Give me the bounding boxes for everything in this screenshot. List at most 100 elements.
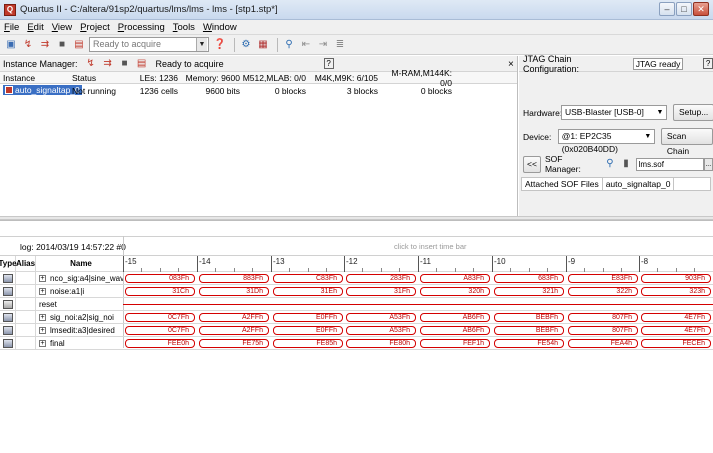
- bus-value-segment: 323h: [641, 287, 711, 296]
- signal-alias-cell: [16, 337, 36, 349]
- menu-tools[interactable]: Tools: [173, 22, 195, 33]
- col-name[interactable]: Name: [36, 256, 123, 271]
- signal-name-cell[interactable]: + final: [36, 337, 123, 349]
- waveform-trace[interactable]: [123, 298, 713, 310]
- col-memory[interactable]: Memory: 9600: [180, 73, 240, 83]
- run-icon[interactable]: ↯: [84, 57, 98, 71]
- menu-bar: File Edit View Project Processing Tools …: [0, 20, 713, 35]
- minimize-button[interactable]: –: [659, 2, 675, 16]
- expand-icon[interactable]: +: [39, 287, 46, 295]
- col-les[interactable]: LEs: 1236: [128, 73, 180, 83]
- col-m512[interactable]: M512,MLAB: 0/0: [240, 73, 306, 83]
- signal-row[interactable]: + nco_sig:a4|sine_wav 083Fh 883Fh C83Fh 283Fh…: [0, 272, 713, 285]
- waveform-trace[interactable]: 0C7Fh A2FFh E0FFh A53Fh AB6Fh BEBFh 807Fh 4E7Fh: [123, 311, 713, 323]
- jtag-label: JTAG Chain Configuration:: [523, 53, 580, 74]
- sof-collapse-button[interactable]: <<: [523, 155, 541, 173]
- signal-type-cell: [0, 272, 16, 284]
- setup-button[interactable]: Setup...: [673, 104, 713, 121]
- bus-value-segment: FE75h: [199, 339, 269, 348]
- signal-row[interactable]: reset: [0, 298, 713, 311]
- waveform-top-bar[interactable]: log: 2014/03/19 14:57:22 #0 click to ins…: [0, 236, 713, 256]
- signal-name-cell[interactable]: + lmsedit:a3|desired: [36, 324, 123, 336]
- col-status[interactable]: Status: [68, 73, 128, 83]
- device-select[interactable]: @1: EP2C35 (0x020B40DD) ▼: [557, 129, 655, 154]
- attached-sof-files: Attached SOF Files auto_signaltap_0: [521, 177, 711, 191]
- read-data-icon[interactable]: ▤: [135, 57, 149, 71]
- signal-row[interactable]: + lmsedit:a3|desired 0C7Fh A2FFh E0FFh A53Fh A…: [0, 324, 713, 337]
- time-ruler[interactable]: -15 -14 -13 -12 -11 -10 -9 -8: [123, 256, 713, 272]
- bus-value-segment: 807Fh: [568, 326, 638, 335]
- stop-icon[interactable]: ■: [118, 57, 132, 71]
- menu-view[interactable]: View: [52, 22, 72, 33]
- browse-button[interactable]: ...: [703, 157, 713, 171]
- autorun-icon[interactable]: ⇉: [38, 38, 52, 52]
- node-icon[interactable]: ⚲: [282, 38, 296, 52]
- signal-name-cell[interactable]: reset: [36, 298, 123, 310]
- list-icon[interactable]: ≣: [333, 38, 347, 52]
- expand-icon[interactable]: +: [39, 326, 46, 334]
- menu-file[interactable]: File: [4, 22, 19, 33]
- stop-icon[interactable]: ■: [55, 38, 69, 52]
- chevron-down-icon[interactable]: ▼: [643, 130, 653, 143]
- attached-value[interactable]: auto_signaltap_0: [603, 178, 675, 190]
- autorun-icon[interactable]: ⇉: [101, 57, 115, 71]
- waveform-trace[interactable]: 0C7Fh A2FFh E0FFh A53Fh AB6Fh BEBFh 807Fh 4E7Fh: [123, 324, 713, 336]
- attach-icon[interactable]: ▮: [619, 157, 632, 171]
- forward-icon[interactable]: ⇥: [316, 38, 330, 52]
- les-cell: 1236 cells: [139, 85, 178, 96]
- chart-icon[interactable]: ▦: [256, 38, 270, 52]
- signal-alias-cell: [16, 311, 36, 323]
- signal-name-cell[interactable]: + noise:a1|i: [36, 285, 123, 297]
- signal-row[interactable]: + noise:a1|i 31Ch 31Dh 31Eh 31Fh 320h 321h 322h 3…: [0, 285, 713, 298]
- scan-chain-button[interactable]: Scan Chain: [660, 128, 713, 156]
- sof-file-field[interactable]: lms.sof: [635, 157, 704, 171]
- run-icon[interactable]: ↯: [21, 38, 35, 52]
- col-instance[interactable]: Instance: [0, 73, 68, 83]
- waveform-trace[interactable]: 083Fh 883Fh C83Fh 283Fh A83Fh 683Fh E83Fh 903Fh: [123, 272, 713, 284]
- signal-name-cell[interactable]: + nco_sig:a4|sine_wav: [36, 272, 123, 284]
- col-alias[interactable]: Alias: [16, 256, 36, 271]
- signal-rows: + nco_sig:a4|sine_wav 083Fh 883Fh C83Fh 283Fh…: [0, 272, 713, 350]
- instance-cell[interactable]: auto_signaltap_0: [0, 85, 82, 96]
- help-icon[interactable]: ?: [703, 58, 713, 69]
- col-m4k[interactable]: M4K,M9K: 6/105: [306, 73, 378, 83]
- bus-value-segment: BEBFh: [494, 313, 564, 322]
- waveform-trace[interactable]: 31Ch 31Dh 31Eh 31Fh 320h 321h 322h 323h: [123, 285, 713, 297]
- chip-icon[interactable]: ⚙: [239, 38, 253, 52]
- time-bar-hint[interactable]: click to insert time bar: [394, 242, 467, 251]
- expand-icon[interactable]: +: [39, 339, 46, 347]
- expand-icon[interactable]: +: [39, 313, 46, 321]
- acquire-status-field[interactable]: Ready to acquire ▼: [89, 37, 209, 52]
- hardware-select[interactable]: USB-Blaster [USB-0] ▼: [561, 105, 667, 120]
- chevron-down-icon[interactable]: ▼: [655, 106, 665, 119]
- help-icon[interactable]: ❓: [213, 38, 227, 52]
- instance-icon[interactable]: ▣: [4, 38, 18, 52]
- menu-project[interactable]: Project: [80, 22, 110, 33]
- back-icon[interactable]: ⇤: [299, 38, 313, 52]
- col-type[interactable]: Type: [0, 256, 17, 271]
- maximize-button[interactable]: □: [676, 2, 692, 16]
- close-button[interactable]: ✕: [693, 2, 709, 16]
- signal-name: final: [50, 338, 65, 348]
- signal-row[interactable]: + sig_noi:a2|sig_noi 0C7Fh A2FFh E0FFh A53Fh A…: [0, 311, 713, 324]
- col-mram[interactable]: M-RAM,M144K: 0/0: [378, 68, 452, 88]
- menu-window[interactable]: Window: [203, 22, 237, 33]
- program-device-icon[interactable]: ⚲: [603, 157, 616, 171]
- menu-edit[interactable]: Edit: [27, 22, 43, 33]
- bus-value-segment: FEF1h: [420, 339, 490, 348]
- read-data-icon[interactable]: ▤: [72, 38, 86, 52]
- waveform-trace[interactable]: FEE0h FE75h FE85h FE80h FEF1h FE54h FEA4h FECEh: [123, 337, 713, 349]
- bus-value-segment: 4E7Fh: [641, 326, 711, 335]
- signal-name-cell[interactable]: + sig_noi:a2|sig_noi: [36, 311, 123, 323]
- table-row[interactable]: auto_signaltap_0 Not running 1236 cells …: [0, 84, 517, 97]
- signal-name: nco_sig:a4|sine_wav: [50, 273, 123, 283]
- ruler-tick-label: -12: [346, 257, 358, 266]
- expand-icon[interactable]: +: [39, 274, 46, 282]
- menu-processing[interactable]: Processing: [118, 22, 165, 33]
- bus-value-segment: C83Fh: [273, 274, 343, 283]
- chevron-down-icon[interactable]: ▼: [196, 38, 207, 51]
- ruler-tick-label: -9: [568, 257, 576, 266]
- close-instance-manager-icon[interactable]: ×: [508, 59, 514, 70]
- help-icon[interactable]: ?: [323, 58, 334, 69]
- signal-row[interactable]: + final FEE0h FE75h FE85h FE80h FEF1h FE54h FEA4…: [0, 337, 713, 350]
